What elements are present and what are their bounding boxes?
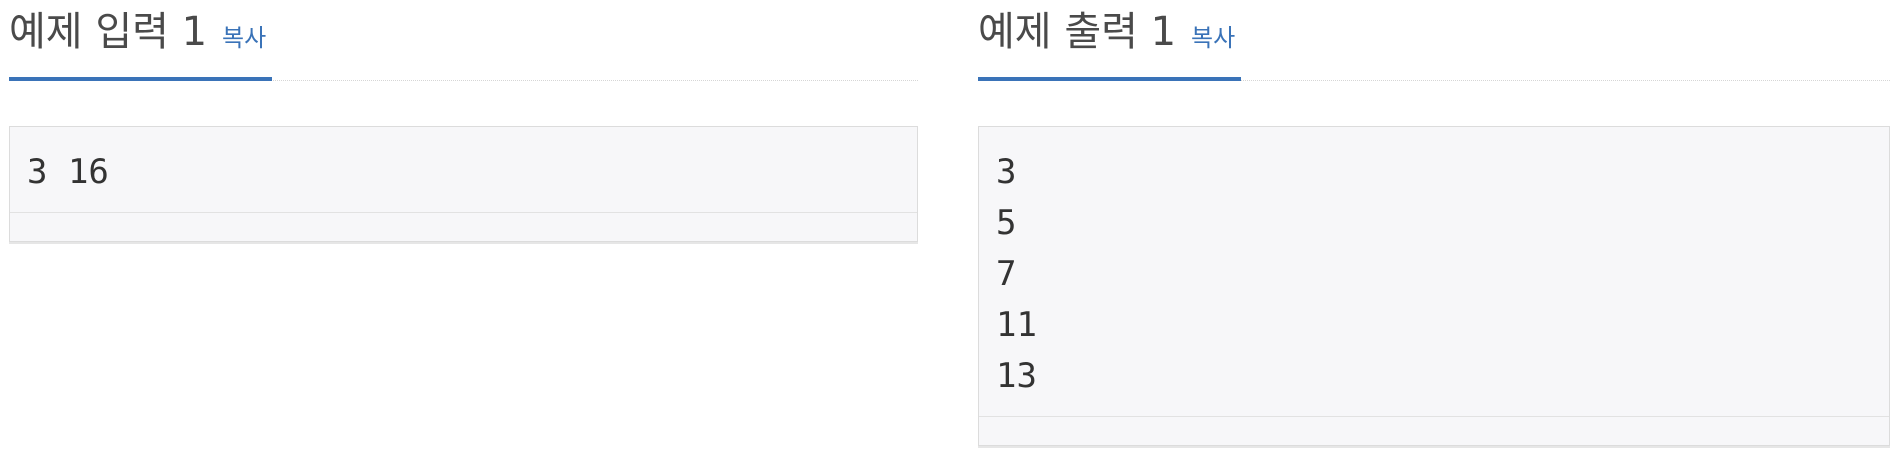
sample-io-section: 예제 입력 1 복사 3 16 예제 출력 1 복사 3 5 7 11 13: [0, 0, 1890, 458]
copy-output-button[interactable]: 복사: [1191, 24, 1235, 52]
sample-input-header: 예제 입력 1 복사: [9, 0, 918, 81]
sample-input-panel: 예제 입력 1 복사 3 16: [9, 0, 918, 242]
sample-input-title: 예제 입력 1: [9, 9, 208, 55]
sample-input-box[interactable]: 3 16: [9, 126, 918, 242]
sample-output-text[interactable]: 3 5 7 11 13: [979, 127, 1889, 416]
sample-output-panel: 예제 출력 1 복사 3 5 7 11 13: [978, 0, 1890, 446]
sample-output-footer: [979, 416, 1889, 445]
sample-output-title: 예제 출력 1: [978, 9, 1177, 55]
sample-input-footer: [10, 212, 917, 241]
copy-input-button[interactable]: 복사: [222, 24, 266, 52]
sample-output-box[interactable]: 3 5 7 11 13: [978, 126, 1890, 446]
sample-input-text[interactable]: 3 16: [10, 127, 917, 212]
sample-output-header: 예제 출력 1 복사: [978, 0, 1890, 81]
